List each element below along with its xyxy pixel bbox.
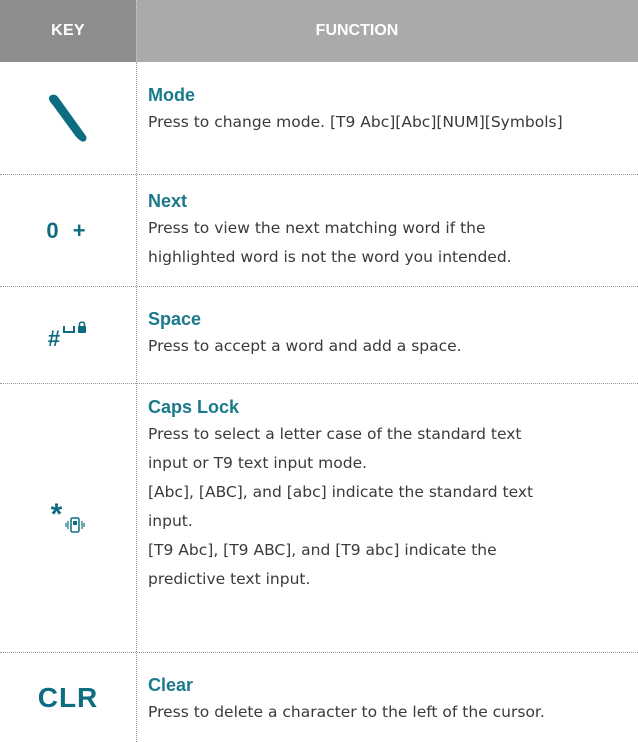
next-title: Next <box>148 191 188 211</box>
caps-lock-title: Caps Lock <box>148 397 240 417</box>
header-key: KEY <box>0 0 136 62</box>
caps-lock-description-3: [Abc], [ABC], and [abc] indicate the sta… <box>148 483 534 501</box>
key-send-cell <box>0 62 136 174</box>
star-key: * <box>50 498 63 531</box>
row-next: Next Press to view the next matching wor… <box>148 190 638 272</box>
clr-key: CLR <box>37 681 99 713</box>
caps-lock-description-5: [T9 Abc], [T9 ABC], and [T9 abc] indicat… <box>148 541 497 559</box>
zero-plus-key: 0 + <box>46 217 90 243</box>
clear-description: Press to delete a character to the left … <box>148 703 545 721</box>
next-description-2: highlighted word is not the word you int… <box>148 248 512 266</box>
next-description-1: Press to view the next matching word if … <box>148 219 486 237</box>
caps-lock-description-2: input or T9 text input mode. <box>148 454 368 472</box>
hash-key: # <box>47 326 61 351</box>
table-header: KEY FUNCTION <box>0 0 638 62</box>
column-divider <box>136 62 137 742</box>
key-hash-cell: # <box>0 287 136 383</box>
row-clear: Clear Press to delete a character to the… <box>148 674 638 727</box>
vibrate-icon <box>65 517 85 533</box>
send-call-icon <box>48 94 87 142</box>
header-divider <box>136 0 137 62</box>
space-description: Press to accept a word and add a space. <box>148 337 462 355</box>
key-function-table: KEY FUNCTION Mode Press to change mode. … <box>0 0 638 742</box>
key-zero-cell: 0 + <box>0 175 136 286</box>
row-caps-lock: Caps Lock Press to select a letter case … <box>148 396 638 594</box>
row-mode: Mode Press to change mode. [T9 Abc][Abc]… <box>148 84 638 137</box>
space-lock-icon <box>63 321 87 333</box>
clear-title: Clear <box>148 675 194 695</box>
mode-description: Press to change mode. [T9 Abc][Abc][NUM]… <box>148 113 563 131</box>
caps-lock-description-4: input. <box>148 512 193 530</box>
space-title: Space <box>148 309 202 329</box>
caps-lock-description-1: Press to select a letter case of the sta… <box>148 425 522 443</box>
caps-lock-description-6: predictive text input. <box>148 570 311 588</box>
mode-title: Mode <box>148 85 195 105</box>
header-function: FUNCTION <box>136 0 638 62</box>
key-star-cell: * <box>0 384 136 652</box>
row-space: Space Press to accept a word and add a s… <box>148 308 638 361</box>
key-clr-cell: CLR <box>0 653 136 742</box>
